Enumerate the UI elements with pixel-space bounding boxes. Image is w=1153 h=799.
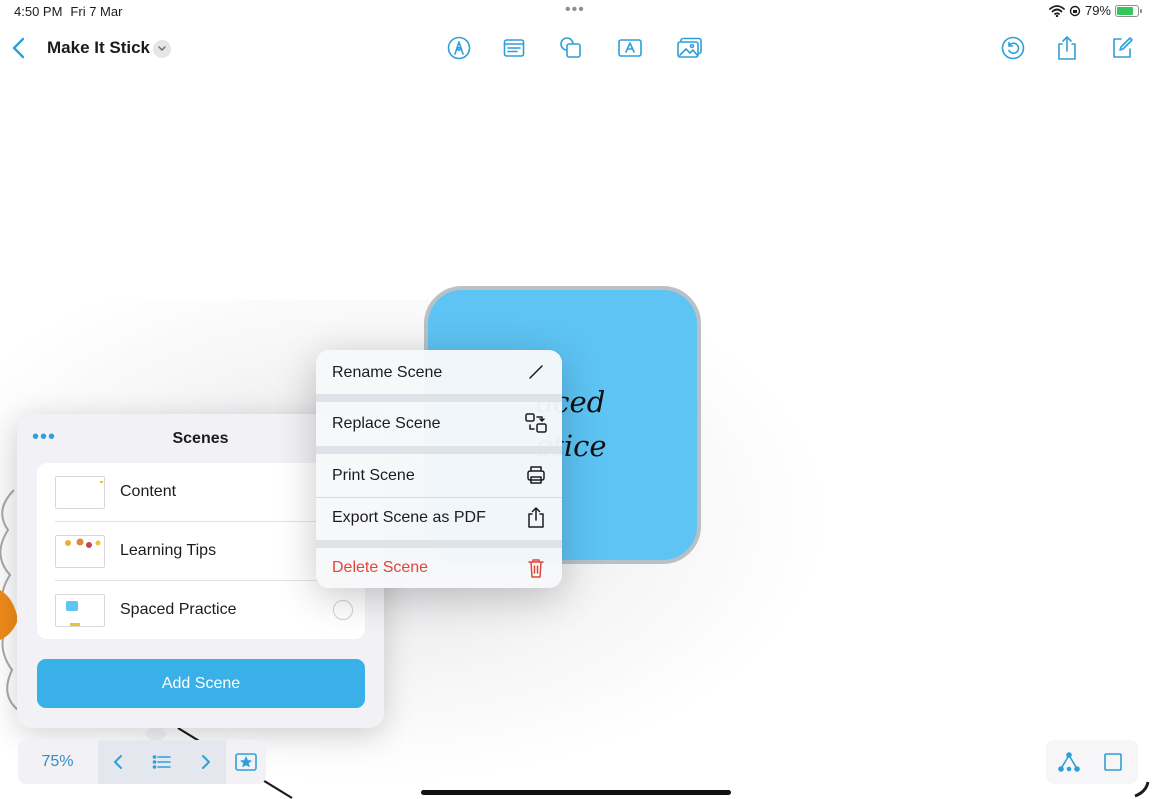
pen-tip-icon <box>447 36 471 60</box>
scenes-more-button[interactable]: ••• <box>32 426 56 448</box>
scene-thumbnail <box>55 476 105 509</box>
zoom-level-button[interactable]: 75% <box>18 740 97 784</box>
battery-fill <box>1117 6 1133 15</box>
undo-history-button[interactable] <box>998 33 1028 63</box>
scene-label: Learning Tips <box>120 542 217 559</box>
list-icon <box>152 755 171 769</box>
star-frame-icon <box>235 753 257 771</box>
home-indicator[interactable] <box>421 790 731 795</box>
menu-item-label: Delete Scene <box>332 559 429 576</box>
battery-icon <box>1115 4 1142 17</box>
previous-scene-button[interactable] <box>98 740 138 784</box>
scene-more-icon[interactable] <box>333 600 353 620</box>
menu-item-label: Rename Scene <box>332 364 443 381</box>
status-time: 4:50 PM <box>14 4 63 19</box>
scene-thumbnail-drawing <box>100 481 103 483</box>
scene-thumbnail <box>55 535 105 568</box>
add-scene-button[interactable]: Add Scene <box>37 659 365 708</box>
document-title[interactable]: Make It Stick <box>47 38 150 58</box>
multitask-dots[interactable]: ••• <box>565 1 585 19</box>
compose-icon <box>1113 37 1133 58</box>
export-scene-pdf-item[interactable]: Export Scene as PDF <box>316 498 562 540</box>
scene-label: Spaced Practice <box>120 601 237 618</box>
add-favorite-scene-button[interactable] <box>226 740 266 784</box>
connector-button[interactable] <box>1054 747 1084 777</box>
chevron-down-icon <box>158 46 166 52</box>
scene-thumbnail-drawing <box>66 601 80 626</box>
scene-label: Content <box>120 483 177 500</box>
status-date: Fri 7 Mar <box>70 4 123 19</box>
chevron-left-icon <box>114 755 122 769</box>
frame-button[interactable] <box>1098 747 1128 777</box>
orientation-lock-icon <box>1069 5 1081 16</box>
scene-list-button[interactable] <box>142 740 182 784</box>
undo-icon <box>1001 36 1025 60</box>
replace-scene-item[interactable]: Replace Scene <box>316 402 562 446</box>
back-button[interactable] <box>8 35 30 61</box>
bottom-toolbar: 75% <box>18 740 266 784</box>
trash-icon <box>524 556 548 580</box>
menu-group-gap <box>316 540 562 548</box>
scene-thumbnail-drawing <box>65 538 101 548</box>
pen-tool-button[interactable] <box>444 33 474 63</box>
menu-group-gap <box>316 446 562 454</box>
title-menu-button[interactable] <box>153 40 171 58</box>
menu-group-gap <box>316 394 562 402</box>
shapes-icon <box>560 37 581 58</box>
menu-item-label: Replace Scene <box>332 415 441 432</box>
scene-thumbnail <box>55 594 105 627</box>
replace-icon <box>524 411 548 435</box>
scene-navigation <box>98 740 226 784</box>
text-box-icon <box>618 39 642 57</box>
chevron-right-icon <box>202 755 210 769</box>
printer-icon <box>524 463 548 487</box>
edit-button[interactable] <box>1107 33 1137 63</box>
delete-scene-item[interactable]: Delete Scene <box>316 548 562 588</box>
menu-item-label: Print Scene <box>332 467 415 484</box>
square-frame-icon <box>1104 753 1122 771</box>
status-indicators: 79% <box>1049 3 1142 18</box>
share-icon <box>1058 36 1076 60</box>
rename-scene-item[interactable]: Rename Scene <box>316 350 562 394</box>
share-icon <box>524 506 548 530</box>
chevron-left-icon <box>12 37 25 59</box>
share-button[interactable] <box>1052 33 1082 63</box>
battery-percent: 79% <box>1084 3 1111 18</box>
sticky-note-icon <box>503 39 525 57</box>
text-box-button[interactable] <box>615 33 645 63</box>
photo-gallery-icon <box>677 37 702 58</box>
pencil-icon <box>524 360 548 384</box>
media-button[interactable] <box>675 33 705 63</box>
next-scene-button[interactable] <box>186 740 226 784</box>
connector-icon <box>1058 752 1080 772</box>
status-time-date: 4:50 PM Fri 7 Mar <box>14 4 130 19</box>
shapes-button[interactable] <box>556 33 586 63</box>
scene-row-spaced-practice[interactable]: Spaced Practice <box>37 581 365 639</box>
scene-context-menu: Rename Scene Replace Scene Print Scene E… <box>316 350 562 588</box>
sticky-note-button[interactable] <box>499 33 529 63</box>
menu-item-label: Export Scene as PDF <box>332 509 486 526</box>
wifi-icon <box>1049 4 1065 17</box>
print-scene-item[interactable]: Print Scene <box>316 454 562 497</box>
